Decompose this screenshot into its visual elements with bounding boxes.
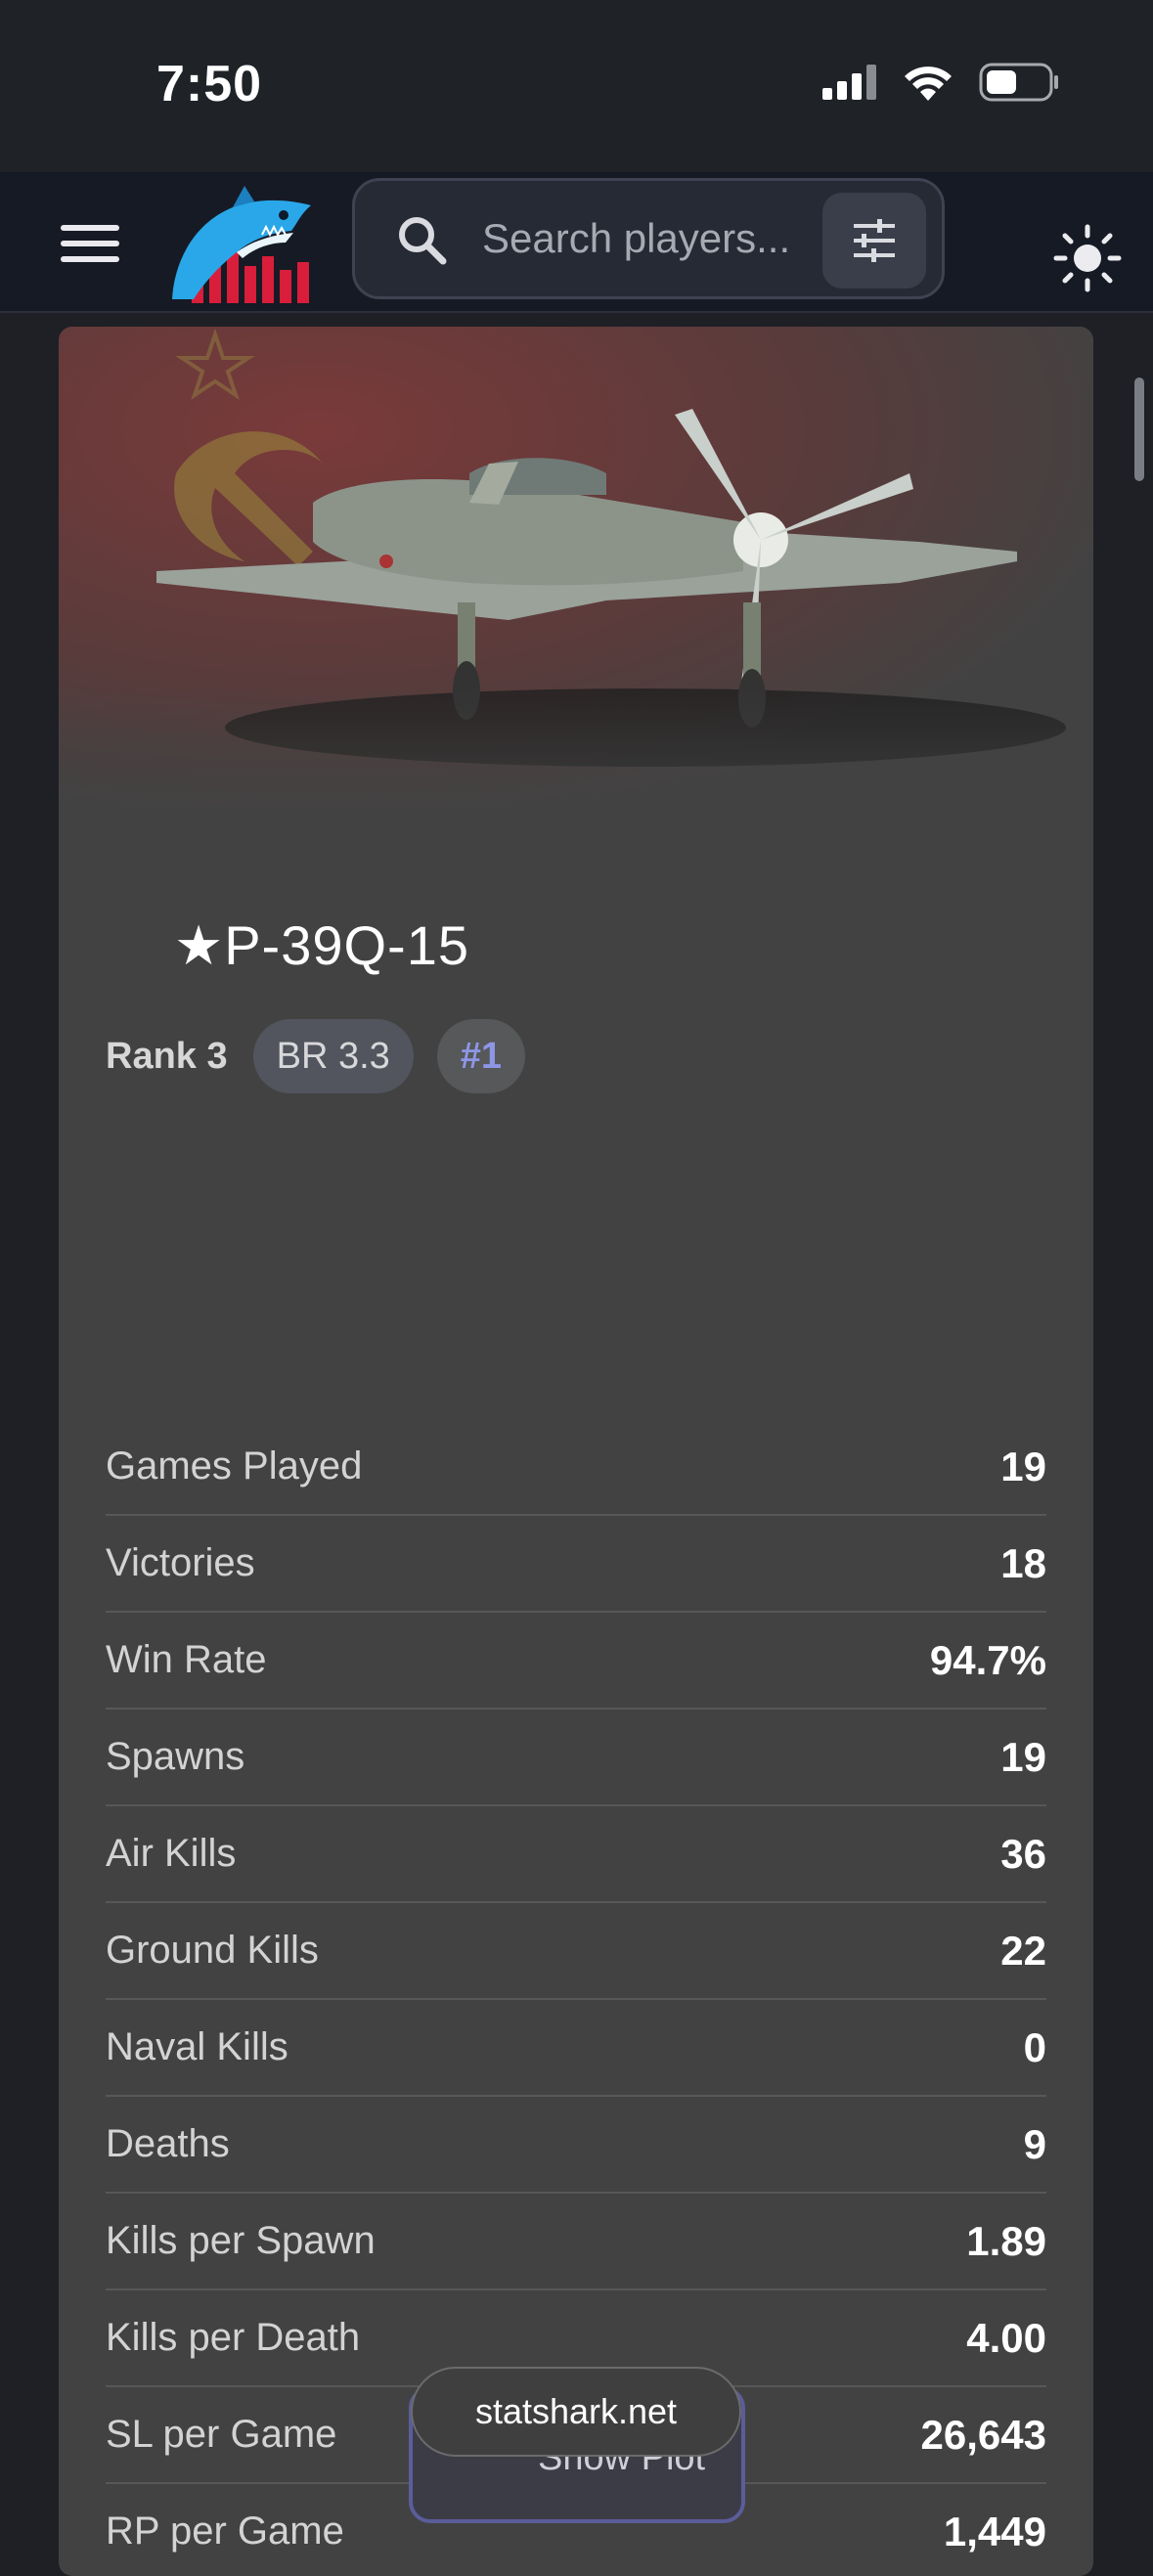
stat-value: 36 [1000, 1830, 1046, 1877]
search-icon [399, 217, 447, 265]
status-bar: 7:50 [0, 0, 1153, 172]
stat-value: 94.7% [929, 1636, 1046, 1683]
br-chip: BR 3.3 [252, 1019, 414, 1093]
stat-row-games-played: Games Played 19 [106, 1419, 1046, 1516]
stat-label: Victories [106, 1541, 255, 1584]
stat-label: Naval Kills [106, 2025, 288, 2068]
vehicle-image [59, 327, 1093, 845]
hamburger-icon [61, 225, 119, 262]
top-nav-bar [0, 172, 1153, 313]
stat-value: 19 [1000, 1443, 1046, 1489]
stat-label: Kills per Spawn [106, 2219, 376, 2262]
status-time: 7:50 [156, 56, 263, 112]
sun-icon[interactable] [1052, 223, 1123, 293]
stat-label: Deaths [106, 2122, 230, 2165]
page-scrollbar[interactable] [1134, 378, 1144, 481]
stat-value: 26,643 [920, 2411, 1046, 2458]
status-icons [822, 63, 1059, 102]
stat-label: Ground Kills [106, 1929, 319, 1972]
site-url: statshark.net [474, 2391, 678, 2431]
statshark-logo[interactable] [164, 184, 321, 305]
stat-row-deaths: Deaths 9 [106, 2097, 1046, 2194]
site-url-pill[interactable]: statshark.net [411, 2367, 741, 2457]
stat-row-ground-kills: Ground Kills 22 [106, 1903, 1046, 2000]
vehicle-chips: Rank 3 BR 3.3 #1 [106, 1019, 549, 1093]
rank-label: Rank 3 [106, 1035, 228, 1077]
stat-row-win-rate: Win Rate 94.7% [106, 1613, 1046, 1710]
stat-row-victories: Victories 18 [106, 1516, 1046, 1613]
stat-value: 22 [1000, 1927, 1046, 1974]
stat-label: RP per Game [106, 2509, 344, 2553]
stat-value: 0 [1023, 2023, 1046, 2070]
stat-row-air-kills: Air Kills 36 [106, 1806, 1046, 1903]
position-chip[interactable]: #1 [436, 1019, 526, 1093]
stat-label: Spawns [106, 1735, 245, 1778]
stat-row-kills-per-spawn: Kills per Spawn 1.89 [106, 2194, 1046, 2290]
stat-label: Air Kills [106, 1832, 237, 1875]
vehicle-card: ★P-39Q-15 Rank 3 BR 3.3 #1 Games Played … [59, 327, 1093, 2576]
stat-label: Games Played [106, 1444, 363, 1488]
cellular-signal-icon [822, 65, 876, 100]
wifi-icon [905, 67, 952, 101]
stat-value: 19 [1000, 1733, 1046, 1780]
stat-row-naval-kills: Naval Kills 0 [106, 2000, 1046, 2097]
battery-icon [979, 63, 1058, 102]
search-bar [352, 178, 945, 299]
sliders-icon [854, 219, 895, 262]
stat-value: 1.89 [966, 2217, 1046, 2264]
search-input[interactable] [480, 208, 817, 269]
stat-value: 4.00 [966, 2314, 1046, 2361]
stat-label: SL per Game [106, 2413, 337, 2456]
stat-value: 9 [1023, 2120, 1046, 2167]
menu-button[interactable] [61, 225, 119, 268]
stat-value: 18 [1000, 1539, 1046, 1586]
vehicle-name: ★P-39Q-15 [174, 914, 469, 976]
stat-row-spawns: Spawns 19 [106, 1710, 1046, 1806]
filter-button[interactable] [822, 193, 926, 289]
stat-value: 1,449 [943, 2508, 1046, 2554]
stat-label: Kills per Death [106, 2316, 361, 2359]
stat-label: Win Rate [106, 1638, 267, 1681]
